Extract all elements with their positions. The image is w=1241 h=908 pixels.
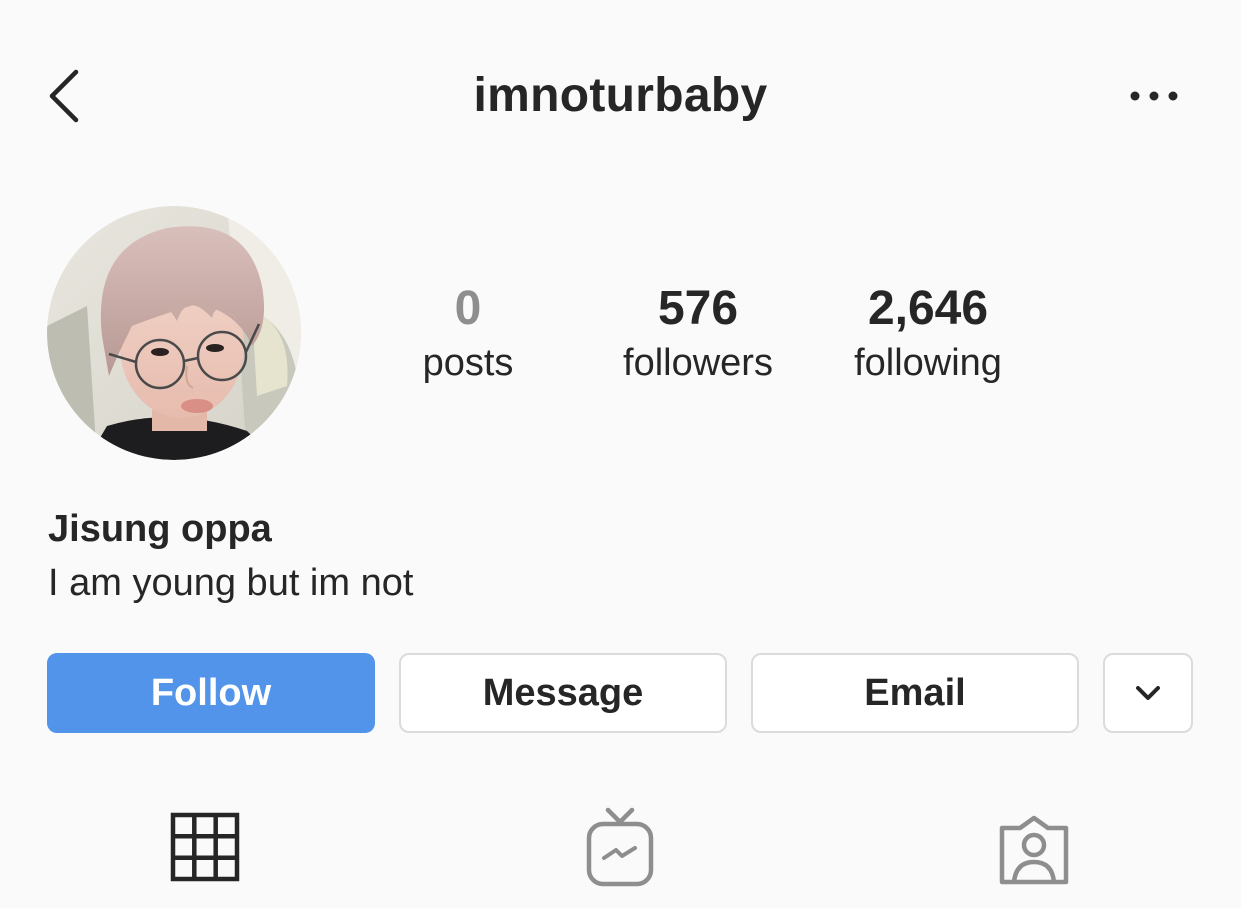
profile-username: imnoturbaby — [473, 69, 768, 122]
profile-bio: I am young but im not — [48, 562, 414, 604]
profile-page: imnoturbaby 0 posts 576 followers 2,646 … — [0, 0, 1241, 908]
email-button[interactable]: Email — [751, 653, 1079, 733]
following-count: 2,646 — [867, 282, 989, 335]
followers-count: 576 — [657, 282, 739, 335]
avatar[interactable] — [47, 206, 301, 460]
tab-tagged[interactable] — [994, 806, 1074, 892]
more-horizontal-icon — [1130, 91, 1178, 101]
igtv-icon — [586, 807, 654, 887]
profile-photo — [47, 206, 301, 460]
chevron-down-icon — [1136, 686, 1160, 700]
tab-grid-posts[interactable] — [166, 806, 246, 892]
posts-stat: 0 posts — [398, 280, 538, 388]
tagged-icon — [999, 815, 1069, 885]
message-button[interactable]: Message — [399, 653, 727, 733]
posts-label: posts — [422, 342, 514, 384]
followers-stat[interactable]: 576 followers — [598, 280, 798, 388]
profile-full-name: Jisung oppa — [48, 508, 272, 550]
suggested-accounts-dropdown-button[interactable] — [1103, 653, 1193, 733]
tab-igtv[interactable] — [580, 806, 660, 892]
following-stat[interactable]: 2,646 following — [828, 280, 1028, 388]
follow-button[interactable]: Follow — [47, 653, 375, 733]
more-options-button[interactable] — [1124, 82, 1184, 110]
posts-count: 0 — [454, 282, 482, 335]
followers-label: followers — [623, 342, 773, 384]
following-label: following — [854, 342, 1002, 384]
grid-icon — [170, 812, 240, 882]
